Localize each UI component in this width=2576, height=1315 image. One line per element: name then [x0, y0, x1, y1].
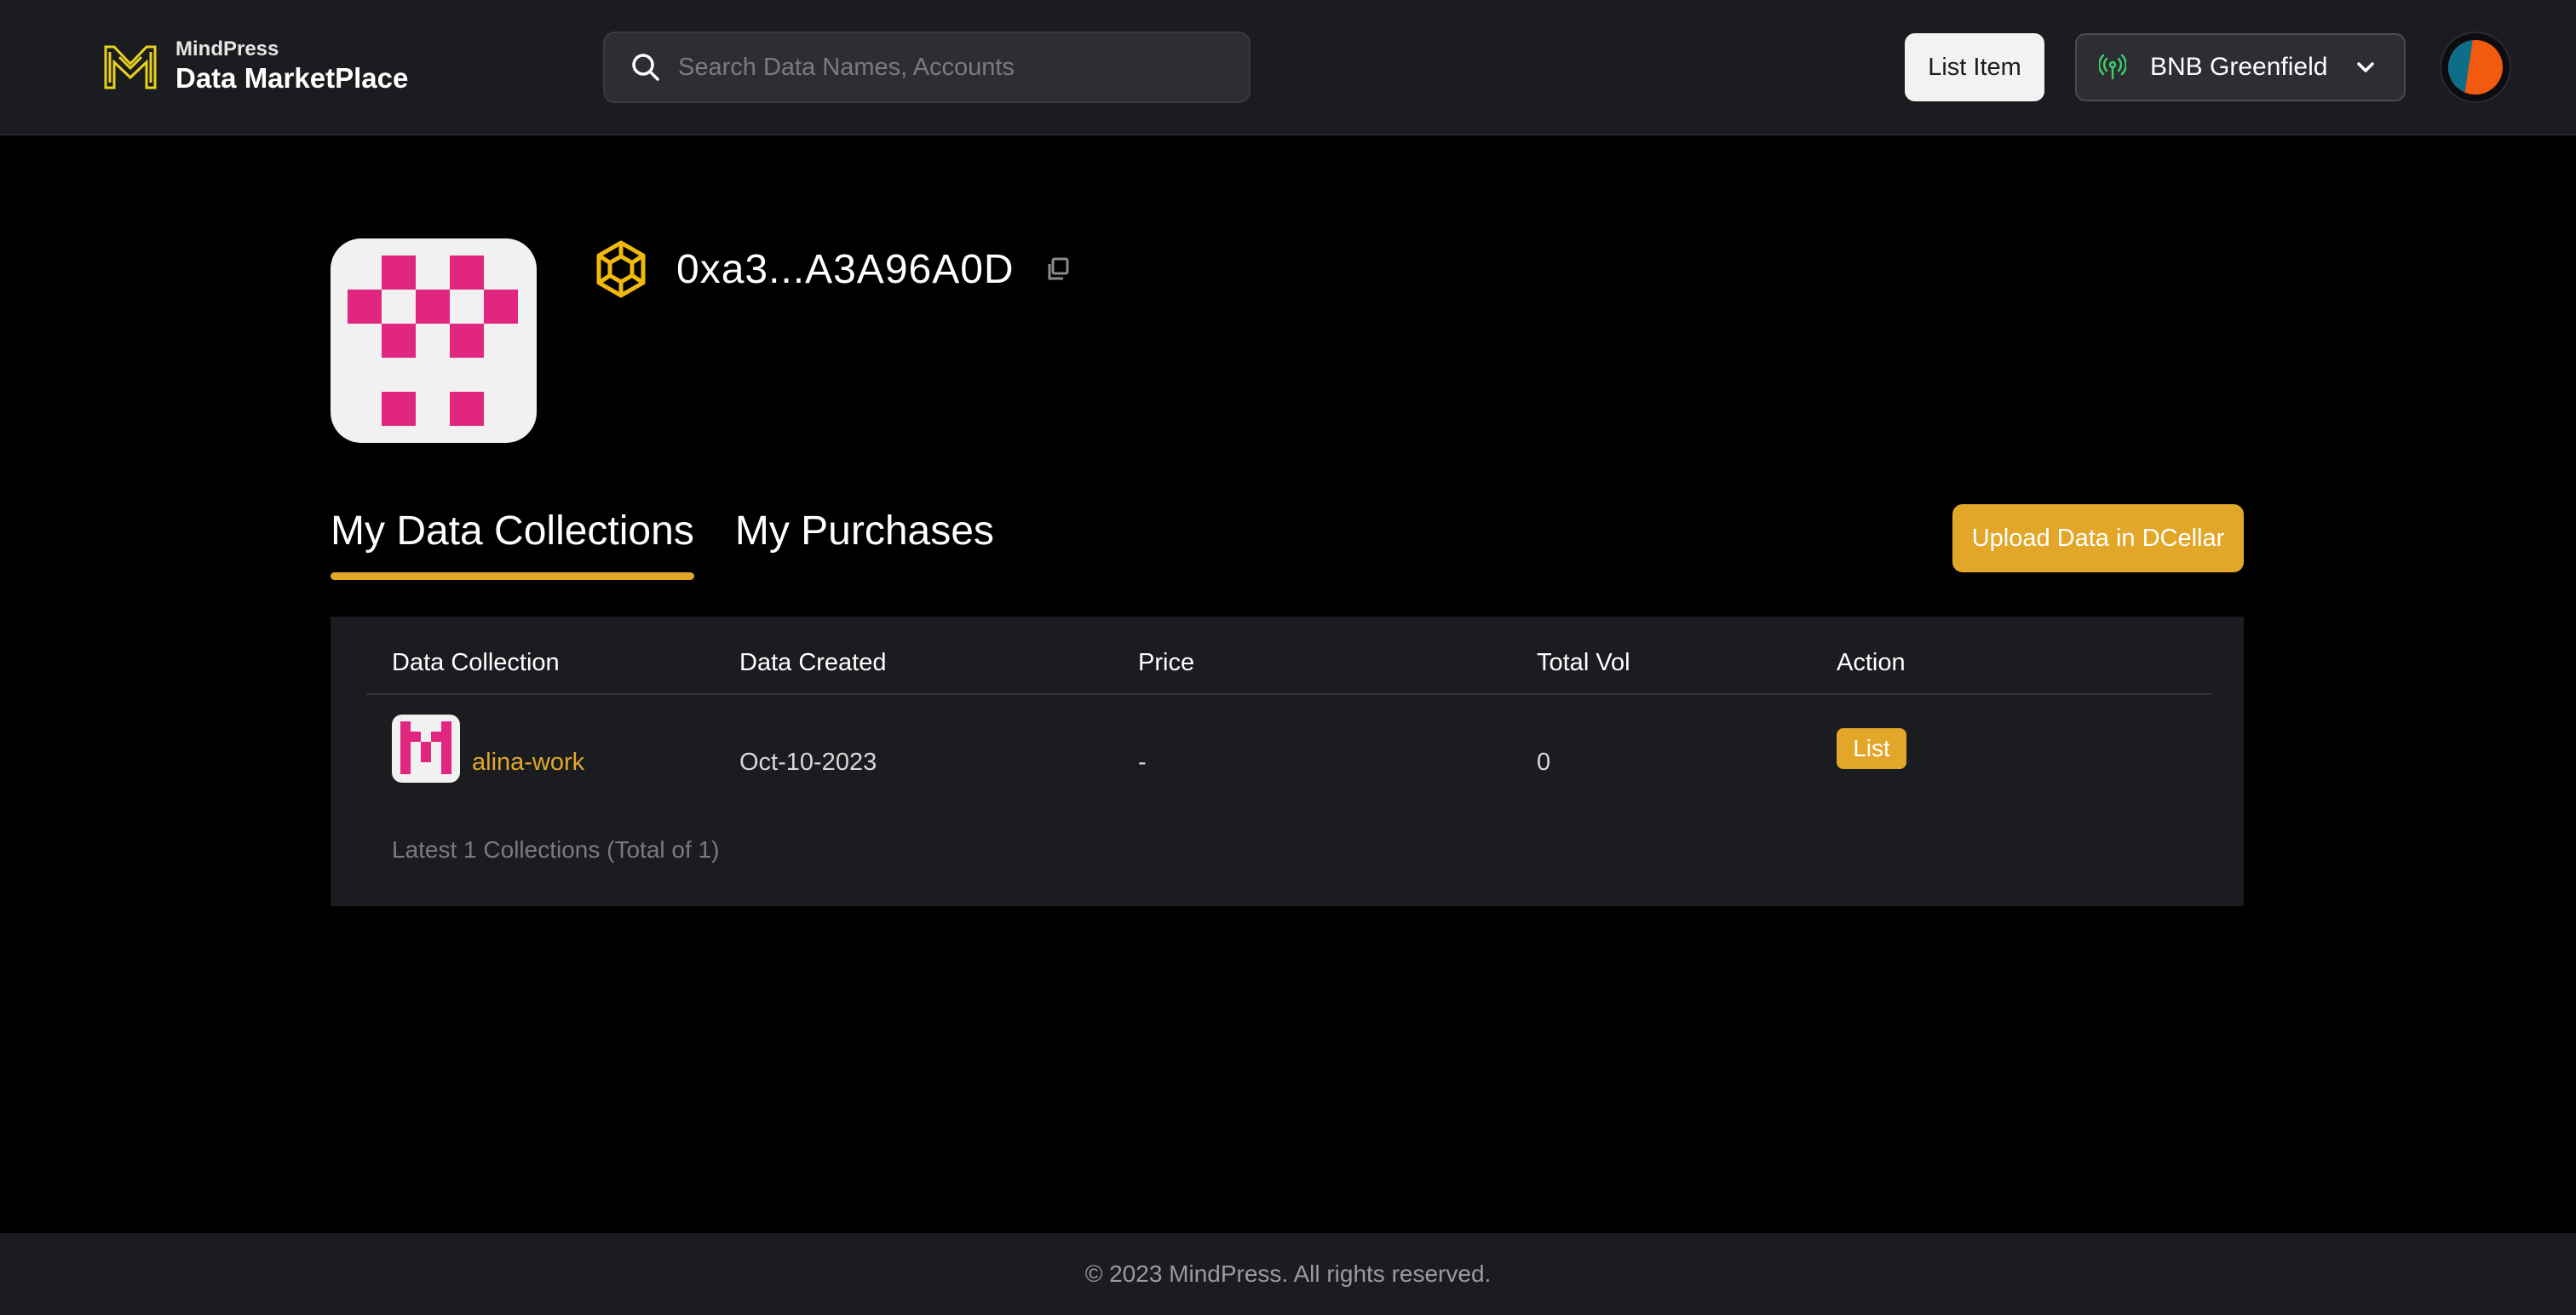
profile-avatar	[331, 238, 537, 443]
upload-dcellar-button[interactable]: Upload Data in DCellar	[1952, 504, 2244, 572]
column-header-data-created[interactable]: Data Created	[739, 646, 887, 680]
tab-my-purchases[interactable]: My Purchases	[735, 508, 994, 573]
chevron-down-icon	[2357, 62, 2374, 72]
collection-created-date: Oct-10-2023	[739, 749, 877, 776]
wallet-avatar-icon	[2448, 40, 2503, 95]
table-divider	[366, 693, 2211, 695]
mindpress-logo-icon	[104, 45, 157, 89]
bnb-chain-icon	[596, 240, 646, 298]
top-nav: MindPress Data MarketPlace List Item BNB…	[0, 0, 2576, 135]
antenna-icon	[2099, 54, 2126, 80]
collection-name-link[interactable]: alina-work	[472, 748, 584, 777]
list-item-button[interactable]: List Item	[1905, 33, 2044, 101]
collection-total-vol: 0	[1537, 749, 1551, 776]
page-footer: © 2023 MindPress. All rights reserved.	[0, 1233, 2576, 1315]
collection-price: -	[1138, 749, 1147, 776]
network-label: BNB Greenfield	[2150, 53, 2328, 81]
brand-title: Data MarketPlace	[175, 62, 409, 94]
search-input[interactable]	[678, 53, 1223, 82]
search-icon	[632, 54, 659, 81]
network-selector[interactable]: BNB Greenfield	[2075, 33, 2406, 101]
column-header-total-vol[interactable]: Total Vol	[1537, 646, 1630, 680]
table-summary: Latest 1 Collections (Total of 1)	[392, 836, 720, 863]
list-collection-button[interactable]: List	[1837, 728, 1906, 769]
tab-my-data-collections[interactable]: My Data Collections	[331, 508, 694, 580]
column-header-action: Action	[1837, 649, 1906, 676]
copy-icon[interactable]	[1045, 256, 1071, 282]
collection-tabs: My Data Collections My Purchases	[331, 508, 1035, 580]
wallet-address-row: 0xa3...A3A96A0D	[593, 238, 1071, 300]
wallet-address: 0xa3...A3A96A0D	[676, 246, 1015, 292]
brand-subtitle: MindPress	[175, 37, 279, 60]
search-bar	[603, 32, 1251, 103]
copyright-text: © 2023 MindPress. All rights reserved.	[1084, 1260, 1492, 1287]
collection-thumbnail[interactable]	[392, 715, 460, 783]
column-header-price[interactable]: Price	[1138, 646, 1194, 680]
collections-table: Data Collection Data Created Price Total…	[331, 617, 2244, 906]
wallet-avatar-button[interactable]	[2440, 32, 2511, 103]
brand[interactable]: MindPress Data MarketPlace	[102, 37, 408, 95]
column-header-data-collection[interactable]: Data Collection	[392, 646, 560, 680]
